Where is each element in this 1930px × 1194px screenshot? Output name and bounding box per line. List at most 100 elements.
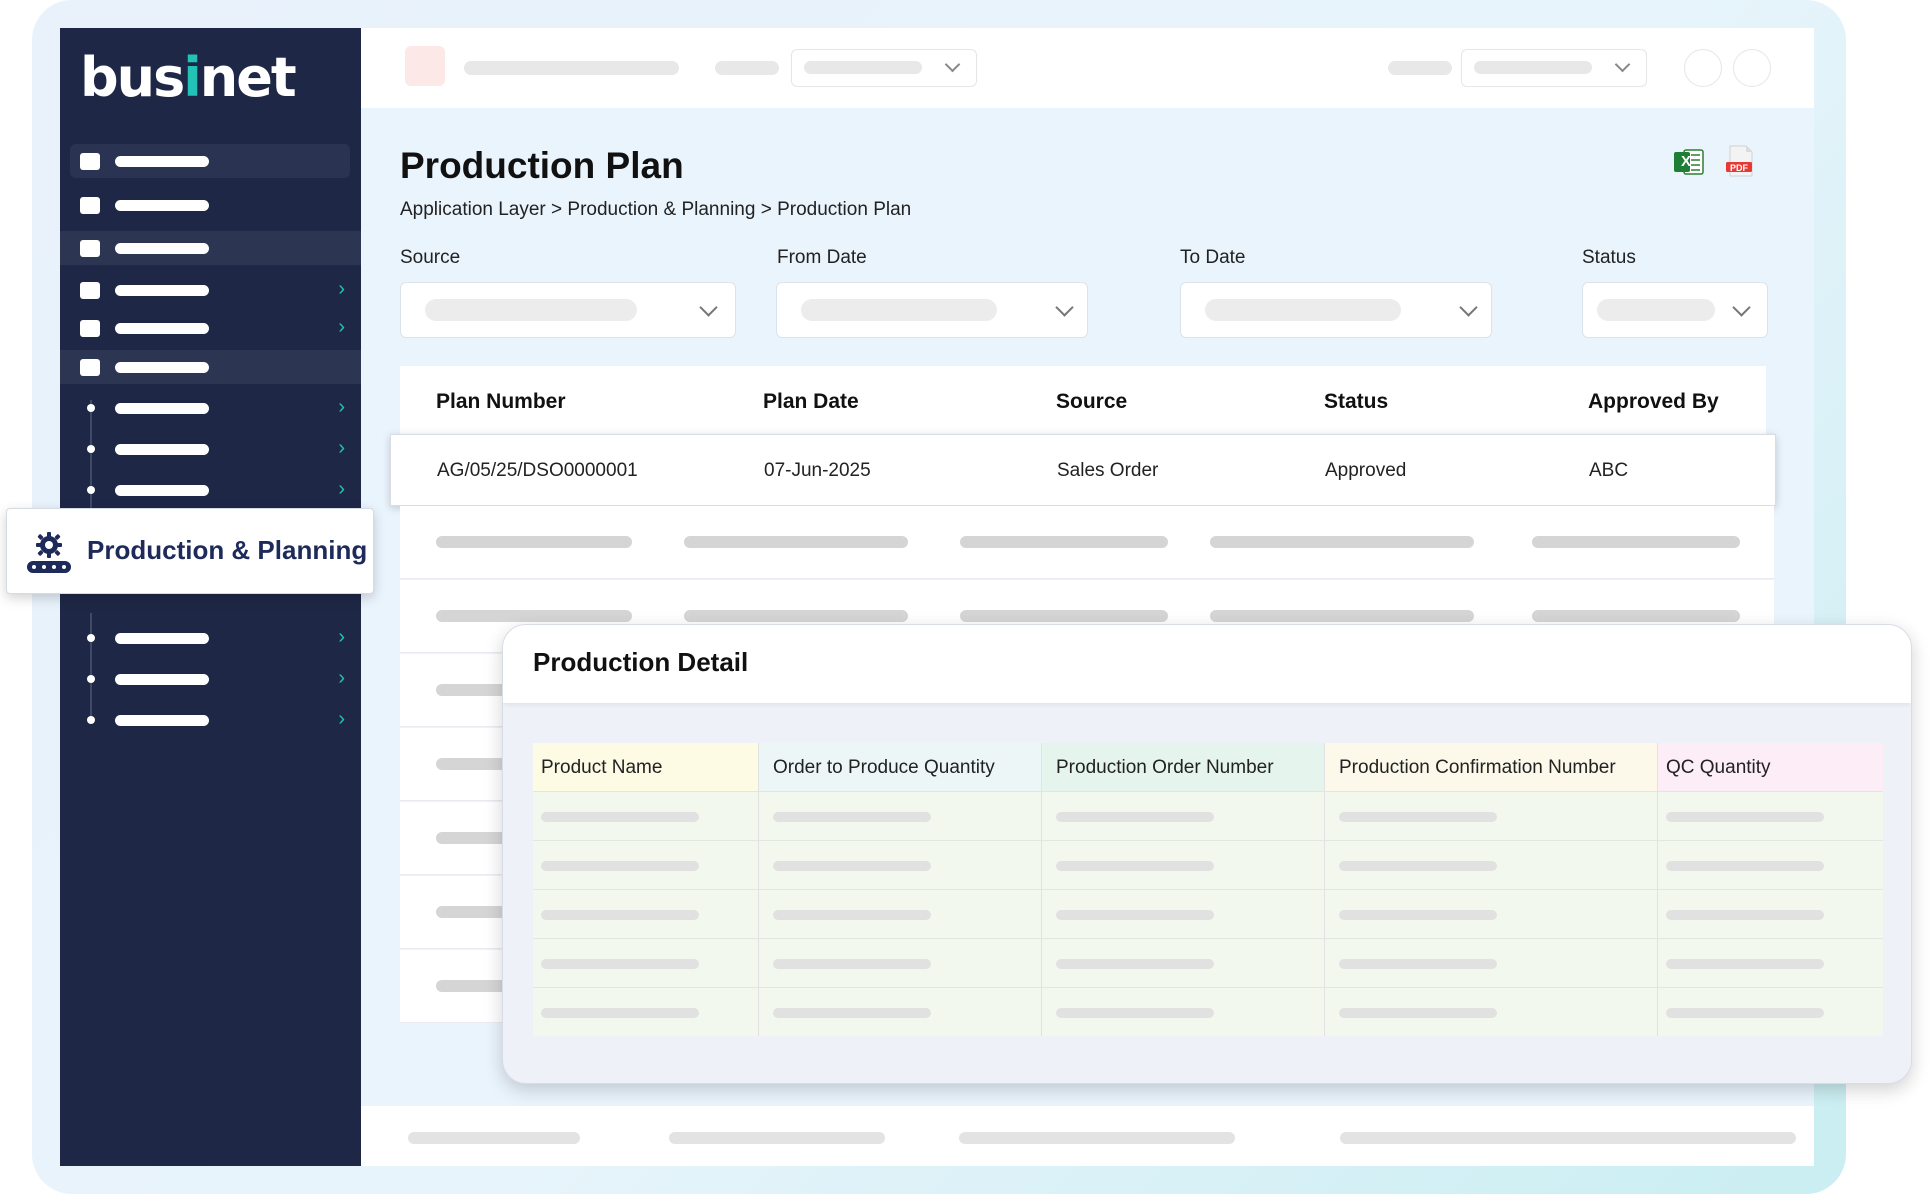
pdf-icon-label: PDF — [1730, 163, 1748, 173]
sidebar-item-label-placeholder — [115, 403, 209, 414]
from-date-input[interactable] — [776, 282, 1088, 338]
cell-placeholder — [1339, 812, 1497, 822]
sidebar-item-label-placeholder — [115, 200, 209, 211]
sidebar-item-label-placeholder — [115, 243, 209, 254]
menu-square-icon — [80, 320, 100, 337]
cell-placeholder — [1666, 1008, 1824, 1018]
table-cell — [1042, 840, 1325, 889]
chevron-right-icon[interactable]: › — [338, 707, 345, 731]
column-header[interactable]: QC Quantity — [1658, 743, 1883, 791]
table-cell — [1325, 791, 1658, 840]
table-cell — [1042, 791, 1325, 840]
menu-square-icon — [80, 359, 100, 376]
chevron-right-icon[interactable]: › — [338, 477, 345, 501]
cell-placeholder — [773, 910, 931, 920]
cell-placeholder — [436, 610, 632, 622]
chevron-right-icon[interactable]: › — [338, 277, 345, 301]
app-logo: businet — [80, 46, 297, 109]
cell-placeholder — [1666, 959, 1824, 969]
chevron-right-icon[interactable]: › — [338, 395, 345, 419]
chevron-right-icon[interactable]: › — [338, 666, 345, 690]
bullet-icon — [87, 486, 95, 494]
column-header[interactable]: Approved By — [1588, 390, 1719, 414]
header-dropdown[interactable] — [1461, 49, 1647, 87]
menu-square-icon — [80, 240, 100, 257]
cell-placeholder — [773, 959, 931, 969]
to-date-input[interactable] — [1180, 282, 1492, 338]
sidebar-item-label-placeholder — [115, 156, 209, 167]
chevron-right-icon[interactable]: › — [338, 625, 345, 649]
column-header[interactable]: Production Order Number — [1042, 743, 1325, 791]
chevron-down-icon — [1459, 298, 1478, 317]
sidebar-item-production-planning[interactable]: Production & Planning — [6, 508, 374, 594]
chevron-down-icon — [944, 56, 961, 73]
panel-title: Production Detail — [533, 647, 749, 677]
sidebar-subitem[interactable]: › — [60, 473, 361, 507]
footer-placeholder — [669, 1132, 885, 1144]
select-value-placeholder — [1597, 299, 1715, 321]
cell-placeholder — [1056, 910, 1214, 920]
sidebar-item[interactable] — [60, 188, 361, 222]
column-header[interactable]: Production Confirmation Number — [1325, 743, 1658, 791]
header-label-placeholder — [715, 61, 779, 75]
conveyor-gear-icon — [27, 532, 71, 573]
footer-placeholder — [959, 1132, 1235, 1144]
sidebar-item[interactable] — [60, 231, 361, 265]
cell-placeholder — [1210, 610, 1474, 622]
production-confirmation-column: Production Confirmation Number — [1325, 743, 1658, 1036]
header-label-placeholder — [1388, 61, 1452, 75]
input-value-placeholder — [801, 299, 997, 321]
table-cell — [1042, 987, 1325, 1036]
status-select[interactable] — [1582, 282, 1768, 338]
bottom-bar — [361, 1106, 1814, 1166]
column-header[interactable]: Plan Date — [763, 390, 859, 414]
sidebar-item-label-placeholder — [115, 715, 209, 726]
column-header[interactable]: Plan Number — [436, 390, 566, 414]
chevron-down-icon — [1732, 298, 1751, 317]
notification-icon[interactable] — [1684, 49, 1722, 87]
table-cell — [1658, 987, 1883, 1036]
column-header[interactable]: Product Name — [533, 743, 759, 791]
sidebar-subitem[interactable]: › — [60, 432, 361, 466]
top-bar — [361, 28, 1814, 108]
chevron-right-icon[interactable]: › — [338, 315, 345, 339]
cell-placeholder — [1339, 1008, 1497, 1018]
cell-placeholder — [1532, 610, 1740, 622]
breadcrumb[interactable]: Application Layer > Production & Plannin… — [400, 199, 911, 221]
header-dropdown[interactable] — [791, 49, 977, 87]
to-date-label: To Date — [1180, 247, 1246, 268]
sidebar-item[interactable]: › — [60, 311, 361, 345]
chevron-right-icon[interactable]: › — [338, 436, 345, 460]
chevron-down-icon — [1055, 298, 1074, 317]
excel-icon-letter: X — [1680, 153, 1691, 170]
cell-placeholder — [541, 910, 699, 920]
page-title: Production Plan — [400, 145, 684, 186]
cell-placeholder — [1666, 812, 1824, 822]
table-row[interactable]: AG/05/25/DSO0000001 07-Jun-2025 Sales Or… — [390, 434, 1776, 506]
sidebar-subitem[interactable]: › — [60, 662, 361, 696]
column-header[interactable]: Source — [1056, 390, 1127, 414]
table-cell — [1042, 889, 1325, 938]
sidebar-item[interactable]: › — [60, 273, 361, 307]
cell-placeholder — [773, 812, 931, 822]
cell-placeholder — [1056, 1008, 1214, 1018]
table-row[interactable] — [400, 506, 1774, 579]
sidebar-subitem[interactable]: › — [60, 703, 361, 737]
column-header[interactable]: Status — [1324, 390, 1388, 414]
column-header[interactable]: Order to Produce Quantity — [759, 743, 1042, 791]
dropdown-value-placeholder — [804, 61, 922, 74]
table-cell — [1325, 889, 1658, 938]
source-select[interactable] — [400, 282, 736, 338]
table-cell — [759, 840, 1042, 889]
sidebar-subitem[interactable]: › — [60, 391, 361, 425]
cell-placeholder — [436, 536, 632, 548]
bullet-icon — [87, 404, 95, 412]
cell-placeholder — [1532, 536, 1740, 548]
menu-square-icon — [80, 197, 100, 214]
sidebar-item[interactable] — [60, 350, 361, 384]
qc-quantity-column: QC Quantity — [1658, 743, 1883, 1036]
table-cell — [533, 889, 759, 938]
avatar[interactable] — [1733, 49, 1771, 87]
sidebar-item[interactable] — [70, 144, 350, 178]
sidebar-subitem[interactable]: › — [60, 621, 361, 655]
